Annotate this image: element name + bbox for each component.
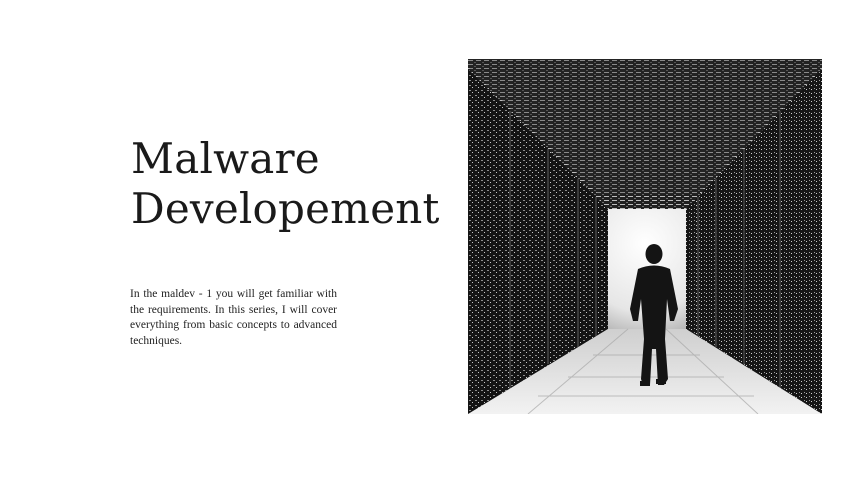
title-line-1: Malware [131,134,320,183]
slide: Malware Developement In the maldev - 1 y… [0,0,854,480]
slide-body-text: In the maldev - 1 you will get familiar … [130,288,337,347]
server-corridor-image [468,59,822,414]
title-line-2: Developement [131,184,440,233]
slide-title: Malware Developement [131,134,440,234]
